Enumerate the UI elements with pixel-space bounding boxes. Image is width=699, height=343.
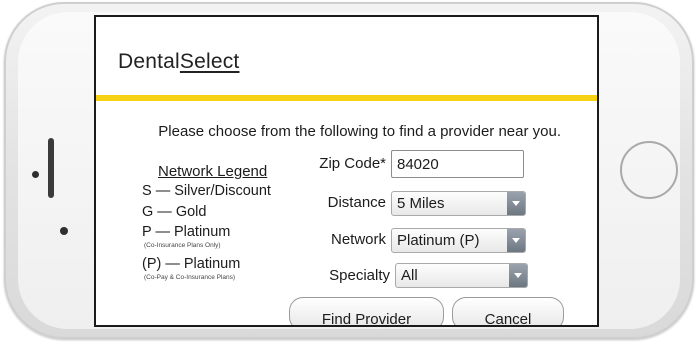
- intro-text: Please choose from the following to find…: [158, 123, 561, 140]
- specialty-value: All: [401, 267, 418, 284]
- chevron-down-icon[interactable]: [509, 264, 527, 287]
- zip-code-input[interactable]: [391, 150, 524, 178]
- speaker-grille: [48, 138, 54, 198]
- network-select[interactable]: Platinum (P): [391, 228, 526, 253]
- legend-platinum-label: P — Platinum: [142, 224, 231, 240]
- distance-label: Distance: [327, 194, 386, 211]
- app-screen: DentalSelect Please choose from the foll…: [96, 17, 597, 325]
- legend-platinum-p-note: (Co-Pay & Co-Insurance Plans): [144, 274, 236, 281]
- legend-item-platinum-p: (P) — Platinum (Co-Pay & Co-Insurance Pl…: [142, 256, 240, 282]
- network-legend: Network Legend S — Silver/Discount G — G…: [142, 163, 271, 281]
- network-value: Platinum (P): [397, 232, 480, 249]
- zip-label: Zip Code*: [319, 155, 386, 172]
- sensor-dot: [60, 227, 68, 235]
- camera-icon: [32, 171, 39, 178]
- distance-select[interactable]: 5 Miles: [391, 191, 526, 216]
- specialty-label: Specialty: [329, 267, 390, 284]
- accent-bar: [96, 95, 597, 101]
- chevron-down-icon[interactable]: [507, 192, 525, 215]
- legend-platinum-p-label: (P) — Platinum: [142, 256, 241, 272]
- distance-value: 5 Miles: [397, 195, 445, 212]
- legend-title: Network Legend: [158, 163, 268, 180]
- legend-platinum-note: (Co-Insurance Plans Only): [144, 242, 221, 249]
- brand-part-1: Dental: [118, 50, 180, 73]
- legend-item-platinum: P — Platinum (Co-Insurance Plans Only): [142, 224, 230, 250]
- home-button[interactable]: [620, 141, 678, 199]
- chevron-down-icon[interactable]: [507, 229, 525, 252]
- legend-item-silver: S — Silver/Discount: [142, 183, 271, 199]
- brand-part-2: Select: [179, 50, 240, 73]
- specialty-select[interactable]: All: [395, 263, 528, 288]
- legend-item-gold: G — Gold: [142, 204, 207, 220]
- network-label: Network: [330, 231, 386, 248]
- find-provider-button[interactable]: Find Provider: [289, 297, 444, 325]
- brand-logo: DentalSelect: [118, 50, 239, 74]
- cancel-button[interactable]: Cancel: [452, 297, 564, 325]
